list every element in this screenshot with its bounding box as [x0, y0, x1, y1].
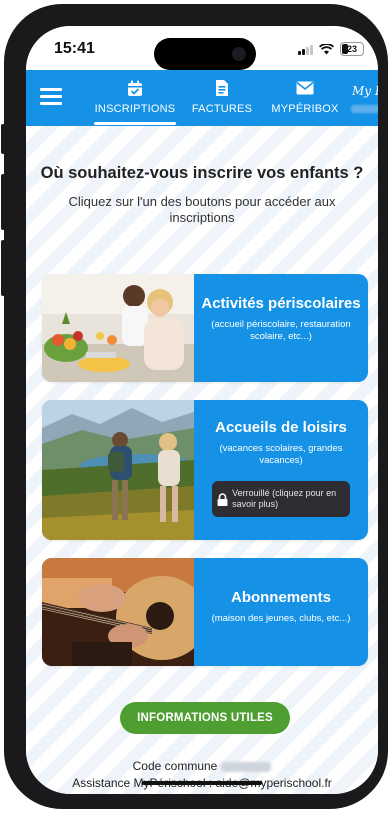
tab-label: MYPÉRIBOX — [271, 103, 339, 115]
mail-icon — [296, 81, 314, 95]
main-content: Où souhaitez-vous inscrire vos enfants ?… — [26, 126, 378, 794]
tab-factures[interactable]: FACTURES — [186, 78, 258, 115]
card-title: Abonnements — [230, 589, 331, 606]
dynamic-island — [154, 38, 256, 70]
active-tab-indicator — [94, 122, 176, 125]
tab-label: FACTURES — [191, 103, 253, 115]
brand-sub-blurred — [351, 105, 378, 113]
photo-children-lunch — [42, 274, 194, 382]
top-nav: INSCRIPTIONS FACTURES MYPÉRIBOX My — [26, 70, 378, 126]
signal-icon — [298, 44, 313, 55]
tab-myperibox[interactable]: MYPÉRIBOX — [266, 78, 344, 115]
invoice-icon — [216, 80, 228, 96]
informations-utiles-button[interactable]: INFORMATIONS UTILES — [120, 702, 290, 734]
calendar-check-icon — [128, 80, 142, 96]
menu-icon[interactable] — [40, 88, 62, 108]
tab-label: INSCRIPTIONS — [94, 103, 176, 115]
card-description: (vacances scolaires, grandes vacances) — [219, 443, 343, 466]
battery-icon: 23 — [340, 42, 364, 56]
photo-children-mountains — [42, 400, 194, 540]
locked-notice-button[interactable]: Verrouillé (cliquez pour en savoir plus) — [212, 481, 350, 517]
footer-code-commune: Code commune — [26, 759, 378, 773]
card-accueils-de-loisirs[interactable]: Accueils de loisirs (vacances scolaires,… — [42, 400, 368, 540]
volume-up-button — [1, 174, 5, 230]
screen: 15:41 23 INSCRIPTIONS FACTURES MYPÉRIBOX… — [26, 26, 378, 794]
code-commune-label: Code commune — [132, 759, 218, 773]
code-commune-value-blurred — [221, 761, 272, 772]
volume-down-button — [1, 240, 5, 296]
lock-label: Verrouillé (cliquez pour en savoir plus) — [232, 488, 337, 509]
mute-switch — [1, 124, 5, 154]
wifi-icon — [319, 43, 334, 54]
card-title: Accueils de loisirs — [215, 419, 347, 436]
brand-logo[interactable]: My P — [352, 84, 378, 98]
card-title: Activités périscolaires — [201, 295, 361, 312]
photo-guitar — [42, 558, 194, 666]
card-abonnements[interactable]: Abonnements (maison des jeunes, clubs, e… — [42, 558, 368, 666]
card-description: (maison des jeunes, clubs, etc...) — [211, 613, 351, 624]
status-time: 15:41 — [54, 40, 95, 57]
camera-icon — [232, 47, 246, 61]
tab-inscriptions[interactable]: INSCRIPTIONS — [94, 78, 176, 115]
page-subtitle: Cliquez sur l'un des boutons pour accéde… — [68, 194, 336, 225]
home-indicator[interactable] — [142, 781, 262, 785]
phone-frame: 15:41 23 INSCRIPTIONS FACTURES MYPÉRIBOX… — [1, 4, 388, 809]
page-title: Où souhaitez-vous inscrire vos enfants ? — [40, 164, 364, 182]
card-description: (accueil périscolaire, restauration scol… — [211, 319, 351, 342]
battery-level: 23 — [346, 44, 357, 54]
lock-icon — [217, 492, 228, 506]
status-bar: 15:41 23 — [26, 26, 378, 70]
card-activites-periscolaires[interactable]: Activités périscolaires (accueil périsco… — [42, 274, 368, 382]
